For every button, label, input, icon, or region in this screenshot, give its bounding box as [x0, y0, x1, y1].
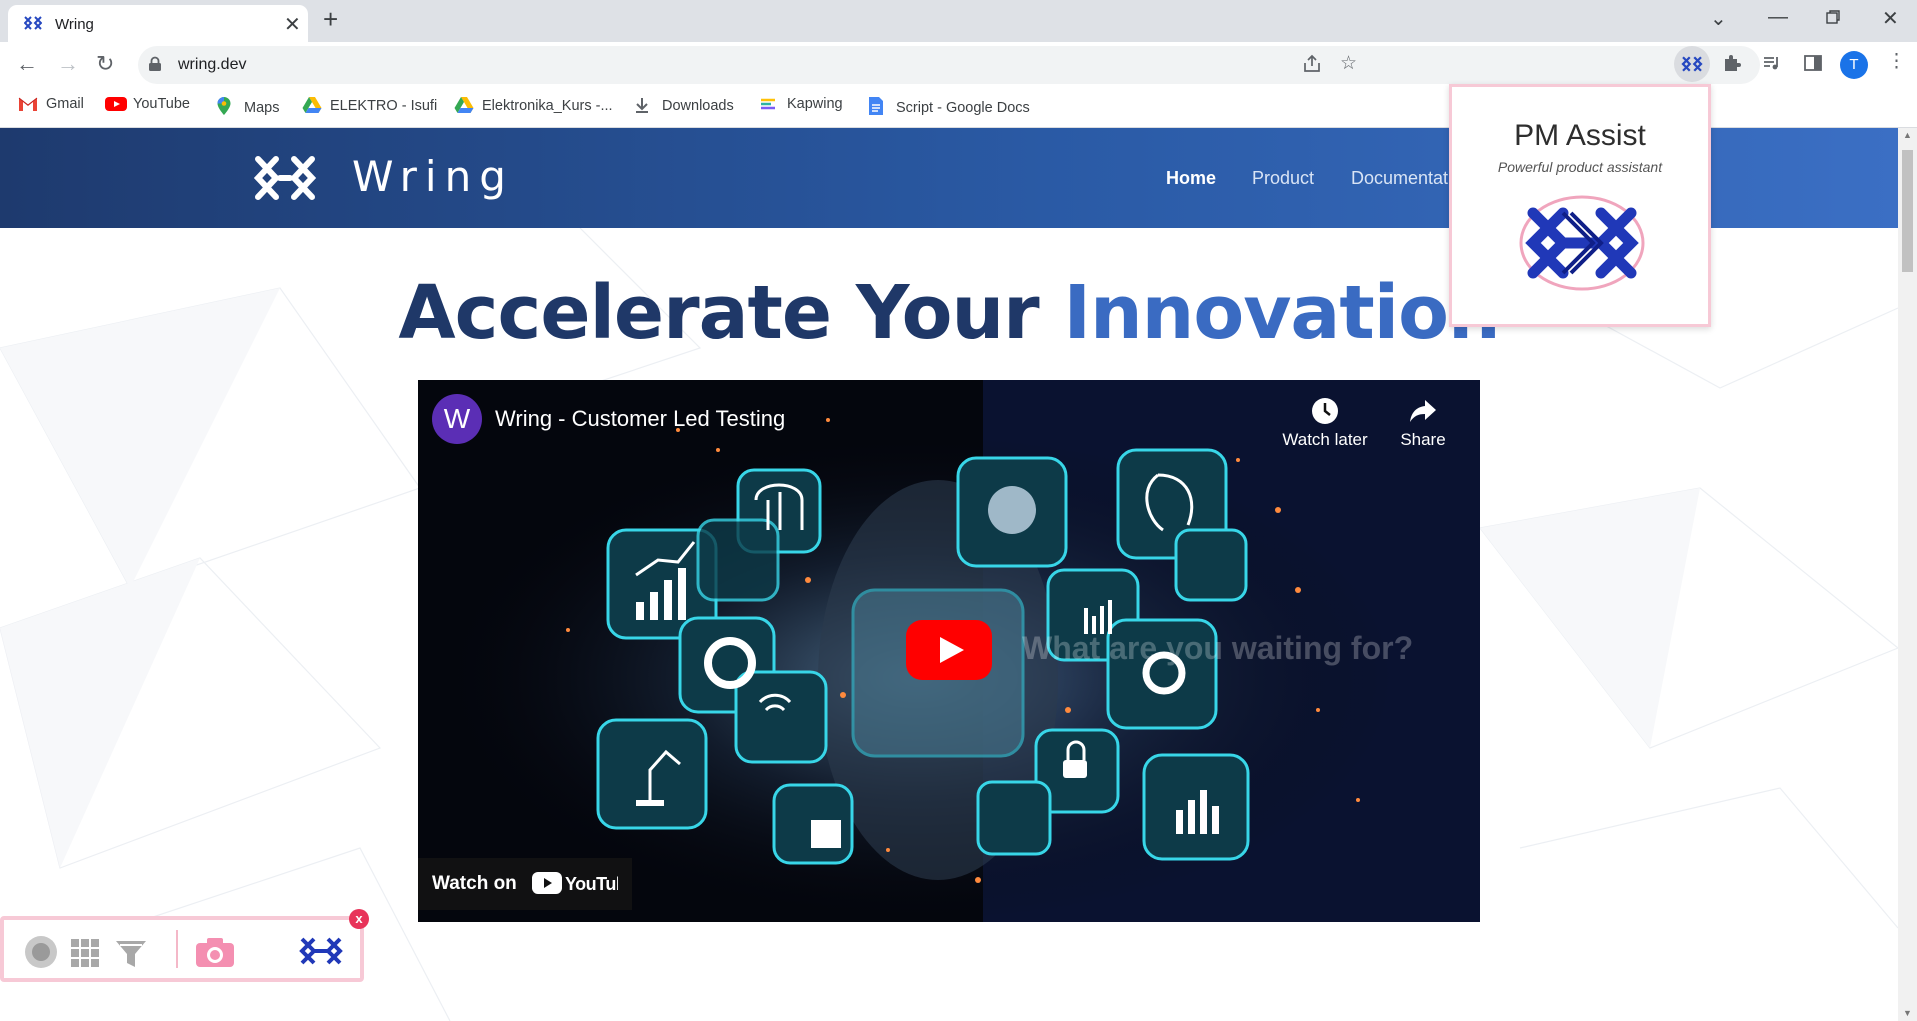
nav-documentation[interactable]: Documentat	[1351, 168, 1448, 189]
lock-icon[interactable]	[148, 56, 162, 77]
camera-icon[interactable]	[195, 936, 235, 973]
youtube-logo-icon: YouTube	[532, 870, 637, 901]
drive-icon	[454, 96, 474, 114]
filter-icon[interactable]	[114, 938, 148, 975]
bookmark-maps[interactable]: Maps	[216, 96, 279, 120]
address-bar[interactable]: wring.dev ☆	[138, 46, 1760, 84]
share-arrow-icon	[1368, 396, 1478, 430]
watch-later-button[interactable]: Watch later	[1270, 396, 1380, 450]
bookmark-gmail[interactable]: Gmail	[18, 96, 84, 120]
wring-logo-icon[interactable]	[253, 153, 324, 208]
profile-avatar[interactable]: T	[1840, 51, 1868, 79]
tab-title: Wring	[55, 16, 94, 33]
tab-close-icon[interactable]: ✕	[284, 12, 301, 37]
floating-toolbar	[0, 916, 364, 982]
bookmark-label: YouTube	[133, 96, 190, 112]
new-tab-button[interactable]: +	[323, 4, 338, 35]
scroll-up-icon[interactable]: ▲	[1903, 130, 1912, 140]
restore-icon[interactable]	[1825, 8, 1841, 31]
side-panel-icon[interactable]	[1803, 53, 1823, 79]
kapwing-icon	[759, 96, 779, 114]
bookmark-elektro-isufi[interactable]: ELEKTRO - Isufi	[302, 96, 437, 120]
browser-toolbar: ← → ↻ wring.dev ☆ T ⋮	[0, 42, 1917, 88]
watch-later-label: Watch later	[1282, 430, 1368, 449]
gmail-icon	[18, 96, 38, 114]
bookmark-label: Kapwing	[787, 96, 843, 112]
svg-text:YouTube: YouTube	[565, 874, 618, 894]
bookmark-script-google-docs[interactable]: Script - Google Docs	[868, 96, 1030, 120]
toolbar-divider	[176, 930, 178, 968]
tab-strip: Wring ✕ + ⌄ — ✕	[0, 0, 1917, 42]
scroll-down-icon[interactable]: ▼	[1903, 1008, 1912, 1018]
pm-assist-extension-button[interactable]	[1674, 46, 1710, 82]
media-control-icon[interactable]	[1762, 53, 1782, 79]
brand-name[interactable]: Wring	[352, 152, 514, 201]
extensions-puzzle-icon[interactable]	[1722, 53, 1742, 79]
bookmark-label: Maps	[244, 100, 280, 116]
popup-title: PM Assist	[1514, 119, 1646, 152]
watch-on-youtube-button[interactable]: Watch on YouTube	[418, 858, 637, 910]
grid-icon[interactable]	[70, 938, 100, 973]
youtube-video-embed[interactable]: W Wring - Customer Led Testing Watch lat…	[418, 380, 1480, 922]
tab-search-chevron-icon[interactable]: ⌄	[1710, 6, 1727, 31]
bookmark-label: Script - Google Docs	[896, 100, 1030, 116]
floating-toolbar-close-button[interactable]: x	[349, 909, 369, 929]
share-label: Share	[1400, 430, 1446, 449]
url-text: wring.dev	[178, 56, 247, 73]
clock-icon	[1270, 396, 1380, 430]
window-close-icon[interactable]: ✕	[1882, 6, 1899, 31]
drive-icon	[302, 96, 322, 114]
youtube-play-button-icon[interactable]	[906, 620, 992, 685]
maps-icon	[216, 96, 236, 115]
page-scrollbar[interactable]: ▲ ▼	[1898, 128, 1917, 1021]
headline-part-2: Innovation	[1063, 270, 1500, 356]
docs-icon	[868, 96, 888, 115]
forward-icon[interactable]: →	[57, 51, 79, 77]
youtube-icon	[105, 96, 127, 114]
video-title[interactable]: Wring - Customer Led Testing	[495, 406, 785, 432]
headline-part-1: Accelerate Your	[398, 270, 1039, 356]
wring-favicon-icon	[23, 15, 43, 36]
watch-on-label: Watch on	[432, 873, 517, 894]
download-icon	[634, 96, 654, 114]
pm-assist-logo-icon[interactable]	[1519, 195, 1645, 296]
thumbnail-overlay-text: What are you waiting for?	[1022, 630, 1414, 666]
record-icon[interactable]	[24, 935, 58, 974]
bookmark-label: ELEKTRO - Isufi	[330, 98, 438, 114]
menu-kebab-icon[interactable]: ⋮	[1887, 50, 1906, 73]
back-icon[interactable]: ←	[16, 51, 38, 77]
share-button[interactable]: Share	[1368, 396, 1478, 450]
channel-avatar[interactable]: W	[432, 394, 482, 444]
wring-logo-icon[interactable]	[299, 936, 343, 971]
bookmark-downloads[interactable]: Downloads	[634, 96, 734, 120]
scrollbar-thumb[interactable]	[1902, 150, 1913, 272]
bookmark-youtube[interactable]: YouTube	[105, 96, 190, 120]
nav-home[interactable]: Home	[1166, 168, 1216, 189]
share-icon[interactable]	[1302, 54, 1322, 80]
tab-wring[interactable]: Wring ✕	[8, 5, 308, 42]
popup-subtitle: Powerful product assistant	[1497, 159, 1663, 175]
pm-assist-popup: PM Assist Powerful product assistant	[1449, 84, 1711, 327]
minimize-icon[interactable]: —	[1768, 6, 1788, 29]
bookmark-label: Downloads	[662, 98, 734, 114]
reload-icon[interactable]: ↻	[96, 51, 114, 77]
bookmark-star-icon[interactable]: ☆	[1340, 52, 1357, 75]
bookmark-kapwing[interactable]: Kapwing	[759, 96, 843, 120]
bookmark-label: Gmail	[46, 96, 84, 112]
bookmark-label: Elektronika_Kurs -...	[482, 98, 613, 114]
nav-product[interactable]: Product	[1252, 168, 1314, 189]
bookmark-elektronika-kurs[interactable]: Elektronika_Kurs -...	[454, 96, 613, 120]
